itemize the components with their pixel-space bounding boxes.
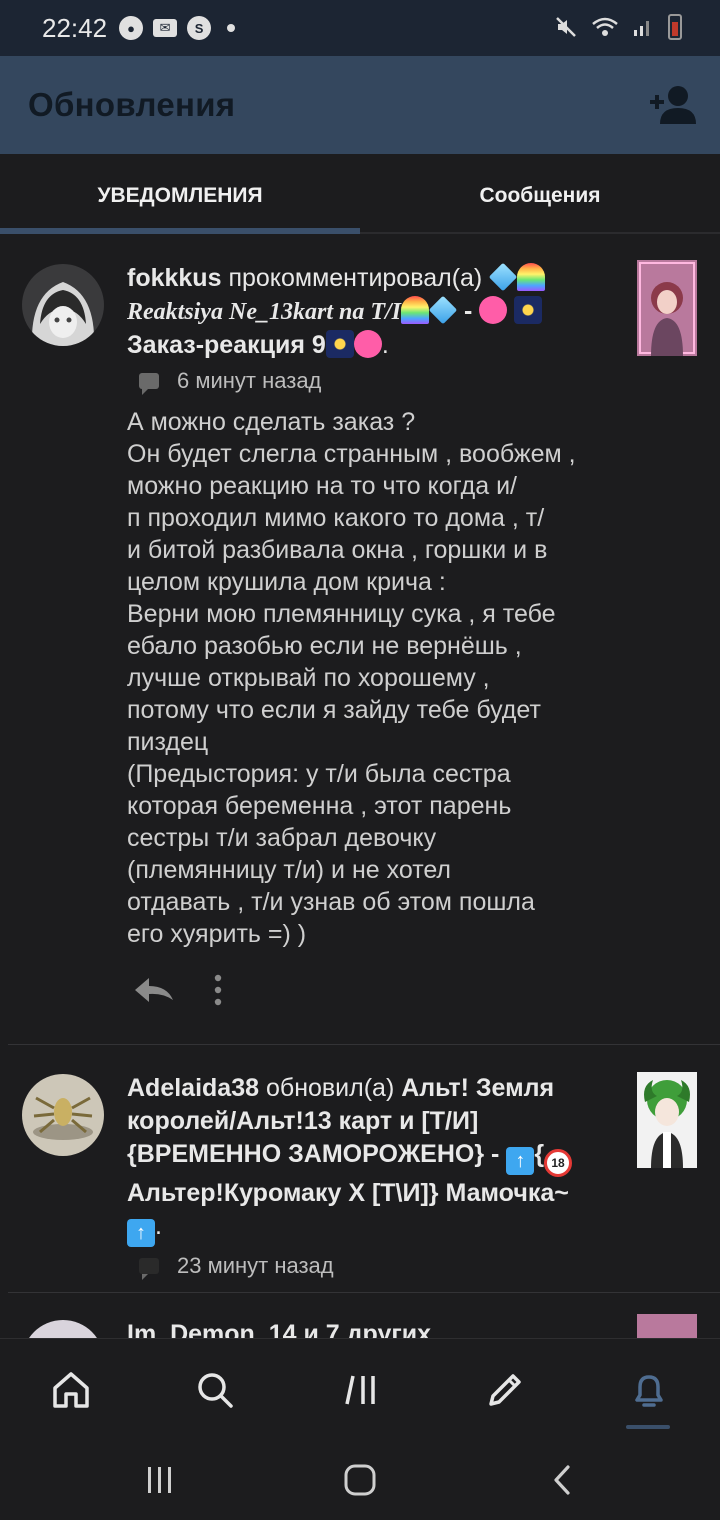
diamond-emoji-icon: [428, 295, 458, 325]
recents-button[interactable]: [140, 1460, 180, 1500]
record-icon: ●: [119, 16, 144, 40]
story-cover-thumbnail[interactable]: [637, 1072, 697, 1168]
avatar[interactable]: [22, 1320, 104, 1338]
page-title: Обновления: [28, 86, 236, 123]
notification-body: fokkkus прокомментировал(а) Reaktsiya Ne…: [127, 262, 587, 1006]
nav-write[interactable]: [482, 1367, 528, 1413]
add-user-button[interactable]: [648, 84, 698, 128]
timestamp: 6 минут назад: [177, 368, 322, 393]
nav-library[interactable]: [338, 1367, 384, 1413]
notification-body: Adelaida38 обновил(а) Альт! Земля короле…: [127, 1072, 587, 1280]
mail-icon: ✉: [153, 19, 178, 37]
search-icon: [198, 1373, 233, 1408]
comment-text: А можно сделать заказ ? Он будет слегла …: [127, 408, 576, 948]
active-nav-indicator: [626, 1425, 670, 1429]
comment-actions: [133, 974, 587, 1006]
avatar[interactable]: [22, 264, 104, 346]
comment-icon: [139, 373, 159, 395]
separator-text: -: [463, 297, 473, 325]
signal-icon: [634, 21, 649, 36]
home-icon: [53, 1372, 89, 1408]
dot-icon: [227, 24, 236, 32]
no-under-18-emoji-icon: 18: [544, 1149, 573, 1177]
notification-meta: 6 минут назад: [139, 368, 587, 395]
story-cover-thumbnail[interactable]: [637, 1314, 697, 1338]
up-arrow-emoji-icon: ↑: [506, 1147, 535, 1175]
status-time: 22:42: [42, 12, 108, 43]
active-tab-indicator: [0, 228, 360, 234]
tab-messages[interactable]: Сообщения: [360, 154, 720, 238]
app-header: Обновления: [0, 56, 720, 154]
status-icons-left: ● ✉ S: [119, 16, 236, 40]
recents-icon: [148, 1467, 171, 1493]
notification-meta: 23 минут назад: [139, 1253, 587, 1280]
up-arrow-emoji-icon: ↑: [127, 1219, 155, 1247]
fireworks-emoji-icon: [514, 296, 543, 324]
action-text: обновил(а): [265, 1074, 395, 1102]
chapter-part-a[interactable]: {: [534, 1140, 544, 1168]
bell-icon: [635, 1375, 663, 1407]
chapter-part-c[interactable]: Мамочка~: [445, 1179, 568, 1207]
notification-body: Im_Demon_14 и 7 других: [127, 1318, 587, 1338]
status-bar: 22:42 ● ✉ S: [0, 0, 720, 56]
system-nav-bar: [0, 1440, 720, 1520]
write-icon: [489, 1374, 521, 1406]
item-divider: [8, 1292, 720, 1293]
period-text: .: [155, 1212, 162, 1240]
nav-notifications[interactable]: [626, 1367, 672, 1413]
back-icon: [554, 1465, 570, 1495]
heart-emoji-icon: [479, 296, 508, 324]
fireworks-emoji-icon: [325, 330, 354, 358]
home-circle-icon: [344, 1464, 376, 1496]
avatar[interactable]: [22, 1074, 104, 1156]
action-text: прокомментировал(а): [228, 264, 483, 292]
notifications-feed[interactable]: fokkkus прокомментировал(а) Reaktsiya Ne…: [0, 238, 720, 1338]
nav-search[interactable]: [192, 1367, 238, 1413]
period-text: .: [381, 331, 389, 359]
home-system-button[interactable]: [340, 1460, 380, 1500]
library-icon: [345, 1375, 375, 1405]
notification-headline: Im_Demon_14 и 7 других: [127, 1318, 587, 1338]
back-system-button[interactable]: [542, 1460, 582, 1500]
rainbow-emoji-icon: [517, 263, 546, 291]
user-link[interactable]: Im_Demon_14 и 7 других: [127, 1320, 431, 1338]
tab-bar: УВЕДОМЛЕНИЯ Сообщения: [0, 154, 720, 238]
chapter-link[interactable]: Заказ-реакция 9: [127, 331, 326, 359]
battery-icon: [668, 14, 682, 40]
item-divider: [8, 1044, 720, 1045]
reply-icon[interactable]: [133, 976, 175, 1004]
timestamp: 23 минут назад: [177, 1253, 334, 1278]
nav-home[interactable]: [48, 1367, 94, 1413]
notification-headline: Adelaida38 обновил(а) Альт! Земля короле…: [127, 1072, 587, 1247]
add-user-icon: [650, 86, 696, 124]
rainbow-emoji-icon: [401, 296, 429, 324]
story-cover-thumbnail[interactable]: [637, 260, 697, 356]
wifi-icon: [592, 17, 618, 36]
user-link[interactable]: Adelaida38: [127, 1074, 259, 1102]
heart-emoji-icon: [353, 330, 382, 358]
status-icons-right: [554, 14, 682, 40]
sync-icon: S: [187, 16, 212, 40]
mute-icon: [556, 17, 576, 37]
user-link[interactable]: fokkkus: [127, 264, 221, 292]
more-options-icon[interactable]: [213, 974, 223, 1006]
notification-headline: fokkkus прокомментировал(а) Reaktsiya Ne…: [127, 262, 587, 362]
bottom-nav: [0, 1338, 720, 1441]
tab-notifications[interactable]: УВЕДОМЛЕНИЯ: [0, 154, 360, 238]
tabs-divider: [360, 232, 720, 234]
chapter-link[interactable]: Альтер!Куромаку Х [T\И]}: [127, 1179, 439, 1207]
story-title-link[interactable]: Reaktsiya Ne_13kart na T/I: [127, 299, 401, 325]
diamond-emoji-icon: [488, 262, 518, 292]
update-icon: [139, 1258, 159, 1280]
